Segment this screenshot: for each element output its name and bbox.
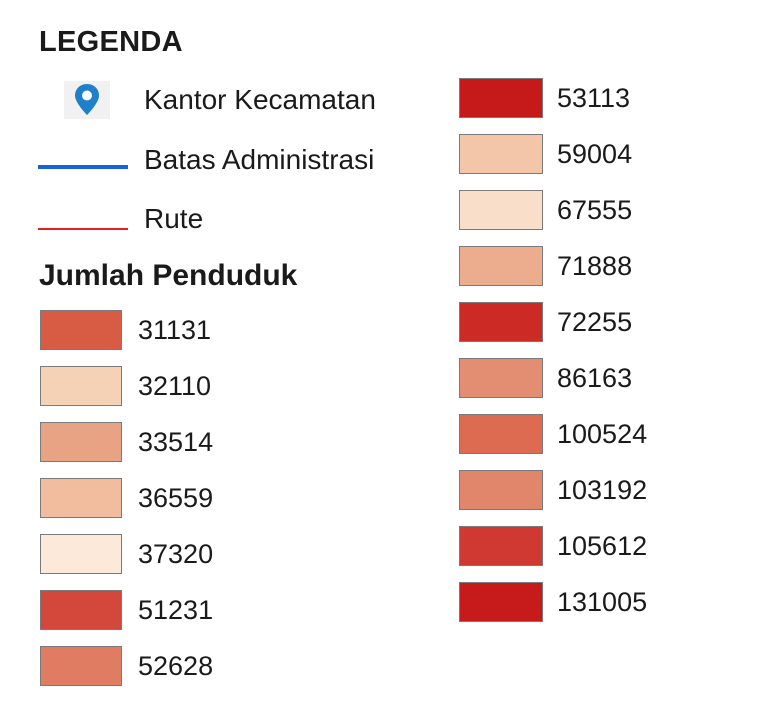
class-value-label: 67555	[557, 195, 633, 225]
legend-label-kantor-kecamatan: Kantor Kecamatan	[144, 84, 376, 115]
color-swatch	[459, 246, 543, 286]
color-swatch	[459, 78, 543, 118]
color-swatch	[40, 534, 122, 574]
class-value-label: 37320	[138, 539, 214, 569]
class-value-label: 31131	[138, 315, 212, 345]
class-value-label: 103192	[557, 475, 648, 505]
color-swatch	[40, 478, 122, 518]
class-value-label: 71888	[557, 251, 633, 281]
legend-item-rute: Rute	[0, 199, 450, 239]
legend-item-kantor-kecamatan: Kantor Kecamatan	[0, 80, 450, 120]
color-swatch	[459, 134, 543, 174]
boundary-line-icon	[38, 156, 128, 169]
color-swatch	[40, 646, 122, 686]
legend-item-batas-administrasi: Batas Administrasi	[0, 140, 450, 180]
color-swatch	[459, 302, 543, 342]
color-swatch	[459, 582, 543, 622]
color-swatch	[40, 590, 122, 630]
class-value-label: 59004	[557, 139, 633, 169]
class-value-label: 105612	[557, 531, 648, 561]
class-value-label: 86163	[557, 363, 633, 393]
class-value-label: 33514	[138, 427, 214, 457]
color-swatch	[40, 310, 122, 350]
legend-label-rute: Rute	[144, 203, 204, 234]
color-swatch	[459, 358, 543, 398]
class-value-label: 53113	[557, 83, 631, 113]
class-value-label: 32110	[138, 371, 212, 401]
population-section-title: Jumlah Penduduk	[39, 259, 298, 292]
color-swatch	[459, 190, 543, 230]
class-value-label: 72255	[557, 307, 633, 337]
class-value-label: 100524	[557, 419, 648, 449]
color-swatch	[40, 422, 122, 462]
map-pin-icon	[62, 80, 112, 120]
color-swatch	[459, 470, 543, 510]
class-value-label: 36559	[138, 483, 214, 513]
legend-title: LEGENDA	[39, 26, 183, 58]
route-line-icon	[38, 217, 128, 230]
color-swatch	[459, 526, 543, 566]
class-value-label: 51231	[138, 595, 214, 625]
color-swatch	[459, 414, 543, 454]
class-value-label: 131005	[557, 587, 648, 617]
color-swatch	[40, 366, 122, 406]
class-value-label: 52628	[138, 651, 214, 681]
legend-label-batas-administrasi: Batas Administrasi	[144, 144, 375, 175]
